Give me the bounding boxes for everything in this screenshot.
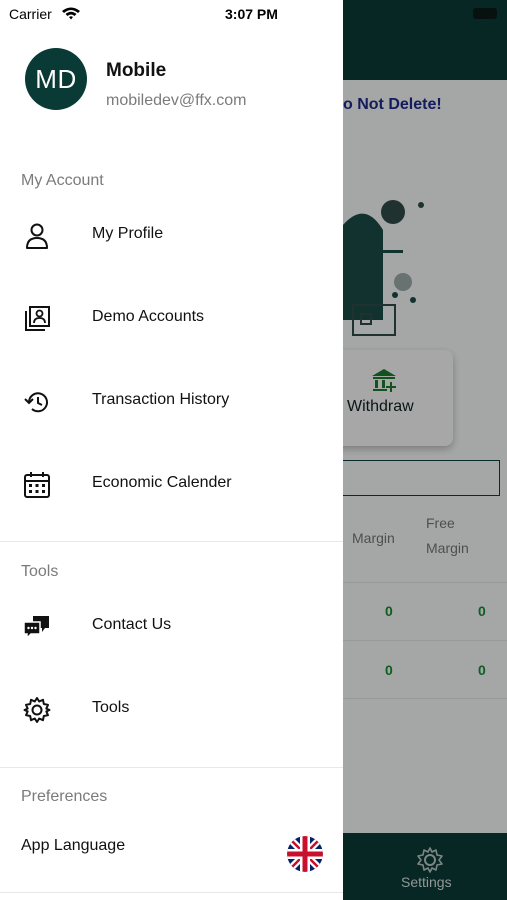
person-icon xyxy=(26,223,48,249)
menu-item-demo-accounts[interactable]: Demo Accounts xyxy=(0,291,343,347)
menu-item-economic-calender[interactable]: Economic Calender xyxy=(0,457,343,513)
menu-label: Economic Calender xyxy=(92,474,232,491)
menu-label: Contact Us xyxy=(92,616,172,633)
menu-label: Transaction History xyxy=(92,391,230,408)
menu-label: Tools xyxy=(92,699,130,716)
menu-item-transaction-history[interactable]: Transaction History xyxy=(0,374,343,430)
wifi-icon xyxy=(62,7,80,20)
side-drawer: Carrier 3:07 PM MD Mobile mobiledev@ffx.… xyxy=(0,0,343,900)
user-name: Mobile xyxy=(106,60,167,81)
history-icon xyxy=(24,392,48,413)
section-divider xyxy=(0,767,343,768)
menu-item-app-language[interactable]: App Language xyxy=(0,826,343,882)
avatar[interactable]: MD xyxy=(25,48,87,110)
section-title-preferences: Preferences xyxy=(21,788,108,805)
menu-label: My Profile xyxy=(92,225,164,242)
gear-icon xyxy=(23,697,51,723)
menu-item-contact-us[interactable]: Contact Us xyxy=(0,599,343,655)
menu-item-my-profile[interactable]: My Profile xyxy=(0,208,343,264)
calendar-icon xyxy=(24,472,50,498)
chat-icon xyxy=(23,616,49,640)
user-email: mobiledev@ffx.com xyxy=(106,92,247,109)
section-divider xyxy=(0,541,343,542)
menu-label: Demo Accounts xyxy=(92,308,205,325)
status-time: 3:07 PM xyxy=(225,6,278,22)
carrier-label: Carrier xyxy=(9,6,52,22)
section-title-my-account: My Account xyxy=(21,172,104,189)
menu-item-tools[interactable]: Tools xyxy=(0,682,343,738)
section-title-tools: Tools xyxy=(21,563,59,580)
menu-label: App Language xyxy=(21,837,126,854)
status-bar: Carrier 3:07 PM xyxy=(0,0,343,30)
uk-flag-icon[interactable] xyxy=(287,836,323,872)
section-divider xyxy=(0,892,343,893)
accounts-icon xyxy=(25,306,50,331)
